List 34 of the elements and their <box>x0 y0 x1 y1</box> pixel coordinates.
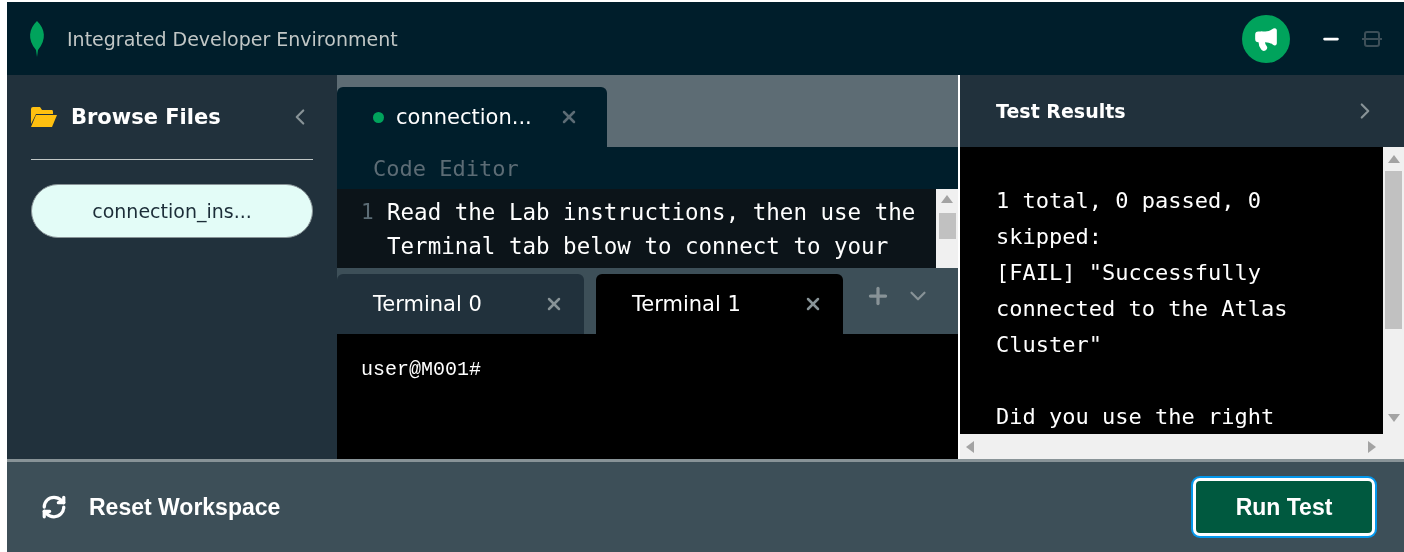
scroll-left-icon[interactable] <box>966 440 974 453</box>
restore-icon[interactable] <box>1362 29 1382 48</box>
output-line: connected to the Atlas <box>996 295 1289 323</box>
reset-workspace-button[interactable]: Reset Workspace <box>41 493 281 521</box>
leaf-logo-icon <box>27 20 47 57</box>
scrollbar[interactable] <box>936 189 958 268</box>
code-line: Read the Lab instructions, then use the <box>387 198 916 227</box>
panel-title: Test Results <box>996 100 1127 122</box>
terminal-tab[interactable]: Terminal 0 <box>337 274 584 334</box>
app-title: Integrated Developer Environment <box>67 27 399 50</box>
scrollbar[interactable] <box>1383 147 1404 434</box>
line-number: 1 <box>361 199 375 226</box>
folder-icon <box>31 107 57 127</box>
output-line: [FAIL] "Successfully <box>996 259 1262 287</box>
file-item[interactable]: connection_ins... <box>31 184 313 238</box>
terminal-prompt: user@M001# <box>361 358 482 381</box>
megaphone-icon <box>1253 25 1279 52</box>
scroll-up-icon[interactable] <box>941 195 953 203</box>
editor-label: Code Editor <box>373 155 519 181</box>
output-line: Did you use the right <box>996 403 1276 431</box>
scroll-right-icon[interactable] <box>1368 440 1376 453</box>
scroll-down-icon[interactable] <box>1387 414 1400 422</box>
output-line: skipped: <box>996 223 1103 251</box>
sidebar-title: Browse Files <box>71 105 222 129</box>
run-test-button[interactable]: Run Test <box>1193 478 1375 536</box>
editor-tab[interactable]: connection... <box>337 87 607 147</box>
code-line: Terminal tab below to connect to your <box>387 232 890 261</box>
output-line: Cluster" <box>996 331 1103 359</box>
output-line: 1 total, 0 passed, 0 <box>996 187 1262 215</box>
refresh-icon <box>41 494 67 520</box>
horizontal-scrollbar[interactable] <box>960 434 1404 459</box>
terminal-tab[interactable]: Terminal 1 <box>596 274 843 334</box>
scroll-up-icon[interactable] <box>1387 155 1400 163</box>
megaphone-button[interactable] <box>1242 14 1290 63</box>
